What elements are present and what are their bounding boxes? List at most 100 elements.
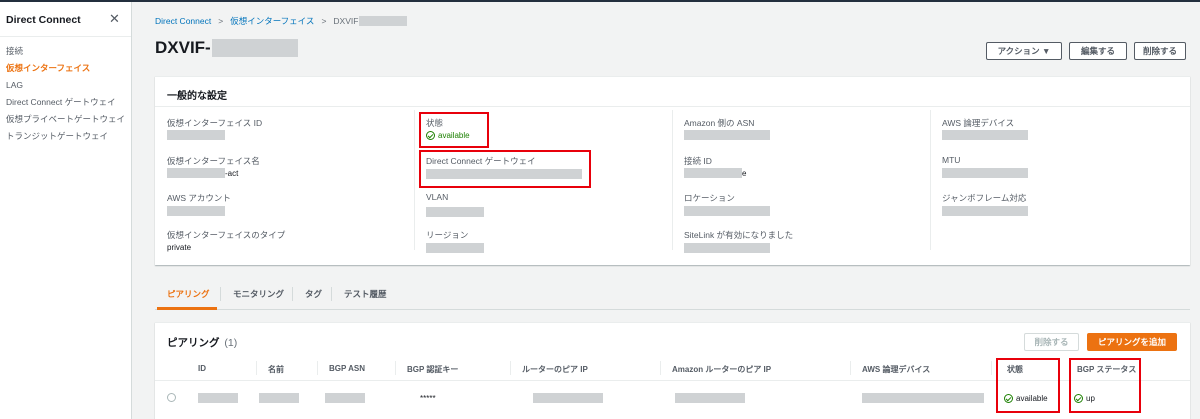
tab-peering[interactable]: ピアリング	[167, 288, 210, 300]
row-auth-key: *****	[420, 394, 436, 403]
col-name[interactable]: 名前	[268, 364, 284, 375]
region-value	[426, 243, 484, 253]
tab-divider	[331, 287, 332, 301]
vlan-value	[426, 207, 484, 217]
redacted-value	[684, 168, 742, 178]
redacted-value	[198, 393, 238, 403]
row-amazon-ip	[675, 393, 745, 403]
vif-id-value	[167, 130, 225, 140]
redacted-value	[167, 168, 225, 178]
highlight-box-dx-gateway	[419, 150, 591, 188]
chevron-right-icon: >	[218, 16, 224, 26]
redacted-value	[684, 130, 770, 140]
chevron-right-icon: >	[321, 16, 327, 26]
redacted-value	[675, 393, 745, 403]
delete-button[interactable]: 削除する	[1134, 42, 1186, 60]
tab-tags[interactable]: タグ	[305, 288, 322, 300]
tab-test-history[interactable]: テスト履歴	[344, 288, 387, 300]
region-label: リージョン	[426, 230, 469, 240]
sidebar-nav: 接続 仮想インターフェイス LAG Direct Connect ゲートウェイ …	[6, 46, 126, 148]
column-divider	[660, 361, 661, 375]
col-amazon-router-peer-ip[interactable]: Amazon ルーターのピア IP	[672, 364, 771, 375]
edit-button[interactable]: 編集する	[1069, 42, 1127, 60]
vif-type-value: private	[167, 243, 192, 252]
sidebar-item-virtual-interfaces[interactable]: 仮想インターフェイス	[6, 63, 126, 74]
column-divider	[930, 110, 931, 250]
column-divider	[850, 361, 851, 375]
redacted-value	[426, 207, 484, 217]
col-router-peer-ip[interactable]: ルーターのピア IP	[522, 364, 588, 375]
sitelink-label: SiteLink が有効になりました	[684, 230, 794, 240]
redacted-value	[359, 16, 408, 26]
connection-id-value: e	[684, 168, 746, 178]
sidebar-item-lag[interactable]: LAG	[6, 80, 126, 91]
location-label: ロケーション	[684, 193, 735, 203]
vif-name-value: -act	[167, 168, 238, 178]
col-bgp-asn[interactable]: BGP ASN	[329, 364, 365, 373]
highlight-box-state	[419, 112, 489, 148]
top-bar	[0, 0, 1200, 2]
column-divider	[991, 361, 992, 375]
tab-monitoring[interactable]: モニタリング	[233, 288, 284, 300]
aws-account-value	[167, 206, 225, 216]
panel-header: 一般的な設定	[155, 77, 1190, 107]
tab-divider	[292, 287, 293, 301]
row-select-radio[interactable]	[167, 393, 176, 402]
connection-id-label: 接続 ID	[684, 156, 712, 166]
column-divider	[510, 361, 511, 375]
sidebar-item-vpg[interactable]: 仮想プライベートゲートウェイ	[6, 114, 126, 125]
sitelink-value	[684, 243, 770, 253]
column-divider	[414, 110, 415, 250]
row-router-ip	[533, 393, 603, 403]
redacted-value	[167, 206, 225, 216]
redacted-value	[684, 206, 770, 216]
sidebar-item-transit-gateway[interactable]: トランジットゲートウェイ	[6, 131, 126, 142]
jumbo-frame-label: ジャンボフレーム対応	[942, 193, 1027, 203]
mtu-label: MTU	[942, 155, 961, 165]
sidebar-item-connections[interactable]: 接続	[6, 46, 126, 57]
page-title-text: DXVIF-	[155, 38, 211, 57]
row-name	[259, 393, 299, 403]
row-asn	[325, 393, 365, 403]
redacted-value	[684, 243, 770, 253]
sidebar-divider	[0, 36, 131, 37]
add-peering-button[interactable]: ピアリングを追加	[1087, 333, 1177, 351]
col-bgp-auth-key[interactable]: BGP 認証キー	[407, 364, 458, 375]
breadcrumb-current: DXVIF	[333, 16, 359, 26]
row-device	[862, 393, 984, 403]
redacted-value	[942, 168, 1028, 178]
column-divider	[317, 361, 318, 375]
sidebar-title: Direct Connect	[6, 14, 81, 26]
redacted-value	[862, 393, 984, 403]
location-value	[684, 206, 770, 216]
tab-bar: ピアリング モニタリング タグ テスト履歴	[155, 282, 1190, 310]
jumbo-frame-value	[942, 206, 1028, 216]
peering-count: (1)	[224, 337, 238, 349]
peering-title: ピアリング (1)	[167, 337, 238, 349]
amazon-asn-value	[684, 130, 770, 140]
redacted-value	[259, 393, 299, 403]
peering-delete-button[interactable]: 削除する	[1024, 333, 1079, 351]
vif-type-label: 仮想インターフェイスのタイプ	[167, 230, 286, 240]
actions-dropdown-button[interactable]: アクション ▼	[986, 42, 1062, 60]
amazon-asn-label: Amazon 側の ASN	[684, 118, 755, 128]
breadcrumb-section[interactable]: 仮想インターフェイス	[230, 15, 314, 27]
redacted-value	[167, 130, 225, 140]
aws-logical-device-label: AWS 論理デバイス	[942, 118, 1015, 128]
column-divider	[395, 361, 396, 375]
redacted-value	[325, 393, 365, 403]
vlan-label: VLAN	[426, 192, 449, 202]
mtu-value	[942, 168, 1028, 178]
close-icon[interactable]: ✕	[109, 11, 120, 27]
general-settings-title: 一般的な設定	[167, 91, 227, 102]
vif-name-label: 仮想インターフェイス名	[167, 156, 260, 166]
redacted-value	[426, 243, 484, 253]
breadcrumb-home[interactable]: Direct Connect	[155, 16, 211, 26]
highlight-box-row-state	[996, 358, 1060, 413]
col-id[interactable]: ID	[198, 364, 206, 373]
highlight-box-bgp-status	[1069, 358, 1141, 413]
column-divider	[256, 361, 257, 375]
vif-id-label: 仮想インターフェイス ID	[167, 118, 263, 128]
col-aws-logical-device[interactable]: AWS 論理デバイス	[862, 364, 930, 375]
sidebar-item-dx-gateway[interactable]: Direct Connect ゲートウェイ	[6, 97, 126, 108]
